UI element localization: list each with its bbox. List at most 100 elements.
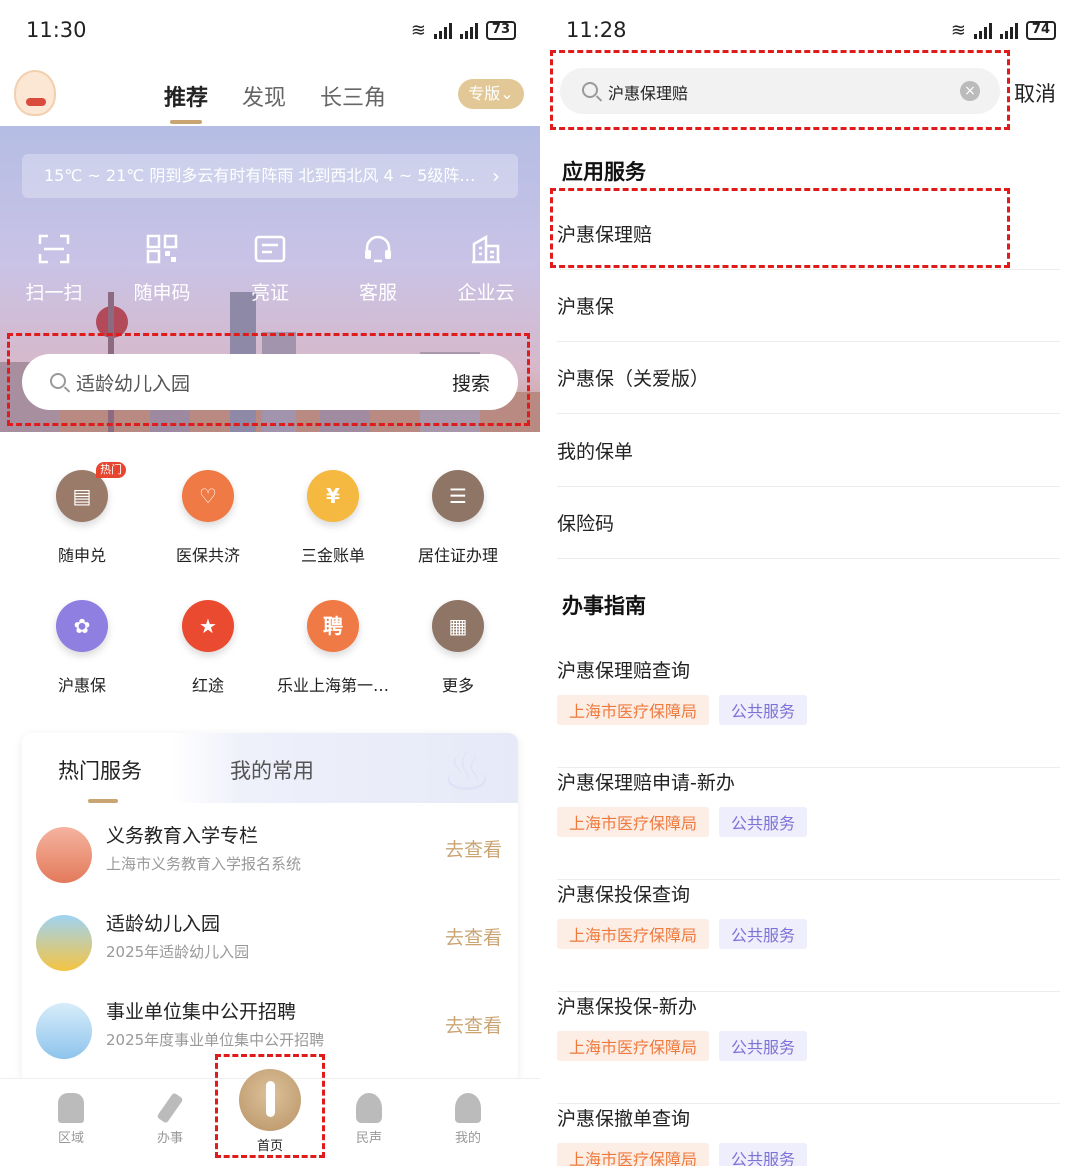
grid-label: 红途: [191, 676, 224, 695]
service-subtitle: 上海市义务教育入学报名系统: [106, 855, 302, 873]
hot-badge: 热门: [96, 462, 126, 478]
quick-label: 企业云: [457, 282, 515, 304]
guide-item[interactable]: 沪惠保理赔申请-新办 上海市医疗保障局 公共服务: [557, 768, 1060, 880]
tab-recommend[interactable]: 推荐: [164, 80, 208, 124]
grid-item-leye-shanghai[interactable]: 聘 乐业上海第一…: [268, 600, 398, 696]
battery-icon: 74: [1025, 21, 1056, 40]
category-tag: 公共服务: [719, 1031, 808, 1061]
quick-scan[interactable]: 扫一扫: [9, 234, 99, 305]
recruit-icon: 聘: [307, 600, 359, 652]
grid-item-three-funds[interactable]: ¥ 三金账单: [268, 470, 398, 566]
guide-item[interactable]: 沪惠保理赔查询 上海市医疗保障局 公共服务: [557, 656, 1060, 768]
status-icons: ≋ 73: [411, 20, 516, 41]
search-results-screen: 11:28 ≋ 74 沪惠保理赔 × 取消 应用服务 沪惠保理赔 沪惠保 沪惠保…: [540, 0, 1080, 1166]
nav-label: 民声: [355, 1131, 382, 1146]
grid-item-suishendui[interactable]: ▤ 热门 随申兑: [17, 462, 147, 566]
quick-label: 客服: [358, 282, 397, 304]
signal-icon: [973, 22, 992, 39]
id-card-icon: [254, 235, 286, 263]
section-title-guides: 办事指南: [562, 594, 646, 618]
guide-item[interactable]: 沪惠保投保-新办 上海市医疗保障局 公共服务: [557, 992, 1060, 1104]
tab-discover[interactable]: 发现: [242, 80, 286, 112]
view-link[interactable]: 去查看: [445, 923, 502, 950]
list-item[interactable]: 适龄幼儿入园 2025年适龄幼儿入园 去查看: [22, 909, 518, 997]
tab-hot-services[interactable]: 热门服务: [58, 755, 142, 803]
guide-title: 沪惠保理赔申请-新办: [557, 772, 735, 794]
grid-label: 沪惠保: [57, 676, 106, 695]
guide-title: 沪惠保撤单查询: [557, 1108, 691, 1130]
qrcode-icon: [146, 234, 178, 264]
app-result-item[interactable]: 沪惠保（关爱版）: [557, 342, 1060, 414]
grid-label: 随申兑: [57, 546, 106, 565]
flame-icon: ♨: [441, 739, 492, 804]
wallet-icon: ▤ 热门: [56, 462, 126, 522]
nav-mine[interactable]: 我的: [433, 1093, 503, 1146]
nav-label: 区域: [57, 1131, 84, 1146]
guide-item[interactable]: 沪惠保撤单查询 上海市医疗保障局 公共服务: [557, 1104, 1060, 1166]
headset-icon: [365, 235, 391, 263]
nav-affairs[interactable]: 办事: [135, 1092, 205, 1146]
quick-show-id[interactable]: 亮证: [225, 234, 315, 305]
nav-region[interactable]: 区域: [36, 1093, 106, 1146]
service-subtitle: 2025年度事业单位集中公开招聘: [106, 1031, 325, 1049]
toy-blocks-icon: [36, 915, 92, 971]
service-title: 义务教育入学专栏: [106, 825, 259, 847]
grid-label: 更多: [441, 676, 474, 695]
nav-voice[interactable]: 民声: [334, 1093, 404, 1146]
category-tag: 公共服务: [719, 695, 808, 725]
service-title: 适龄幼儿入园: [106, 913, 221, 935]
grid-item-medical-share[interactable]: ♡ 医保共济: [143, 470, 273, 566]
cancel-button[interactable]: 取消: [1014, 78, 1056, 108]
quick-service[interactable]: 客服: [333, 234, 423, 305]
star-icon: ★: [182, 600, 234, 652]
highlight-home-tab: [215, 1054, 325, 1158]
pen-icon: [156, 1092, 184, 1124]
grid-label: 居住证办理: [417, 546, 498, 565]
list-item[interactable]: 义务教育入学专栏 上海市义务教育入学报名系统 去查看: [22, 821, 518, 909]
category-tag: 公共服务: [719, 1143, 808, 1166]
house-yen-icon: ¥: [307, 470, 359, 522]
category-tag: 公共服务: [719, 919, 808, 949]
app-result-item[interactable]: 我的保单: [557, 415, 1060, 487]
battery-icon: 73: [485, 21, 516, 40]
highlight-search-box: [7, 333, 530, 426]
app-result-item[interactable]: 保险码: [557, 487, 1060, 559]
home-screen: 11:30 ≋ 73 推荐 发现 长三角 专版⌄ 15℃ ~ 21℃ 阴到多云有…: [0, 0, 540, 1166]
tab-my-frequent[interactable]: 我的常用: [230, 755, 314, 785]
grid-item-hongtu[interactable]: ★ 红途: [143, 600, 273, 696]
service-subtitle: 2025年适龄幼儿入园: [106, 943, 250, 961]
lotus-icon: ✿: [56, 600, 108, 652]
person-icon: [455, 1093, 481, 1123]
guide-item[interactable]: 沪惠保投保查询 上海市医疗保障局 公共服务: [557, 880, 1060, 992]
org-tag: 上海市医疗保障局: [557, 695, 710, 725]
view-link[interactable]: 去查看: [445, 835, 502, 862]
guide-title: 沪惠保理赔查询: [557, 660, 691, 682]
grid-item-huhuibao[interactable]: ✿ 沪惠保: [17, 600, 147, 696]
status-time: 11:30: [26, 18, 87, 42]
status-time: 11:28: [566, 18, 627, 42]
arch-icon: [58, 1093, 84, 1123]
signal-icon: [999, 22, 1018, 39]
edition-dropdown[interactable]: 专版⌄: [458, 79, 524, 109]
apps-grid-icon: ▦: [432, 600, 484, 652]
highlight-app-result: [550, 188, 1010, 268]
weather-bar[interactable]: 15℃ ~ 21℃ 阴到多云有时有阵雨 北到西北风 4 ~ 5级阵… ›: [22, 154, 518, 198]
section-title-apps: 应用服务: [562, 160, 646, 184]
school-icon: [36, 827, 92, 883]
guide-title: 沪惠保投保查询: [557, 884, 691, 906]
grid-item-residence-permit[interactable]: ☰ 居住证办理: [393, 470, 523, 566]
quick-actions: 扫一扫 随申码 亮证 客服 企业云: [0, 234, 540, 314]
guide-title: 沪惠保投保-新办: [557, 996, 697, 1018]
view-link[interactable]: 去查看: [445, 1011, 502, 1038]
nav-label: 我的: [454, 1131, 481, 1146]
grid-item-more[interactable]: ▦ 更多: [393, 600, 523, 696]
magnolia-icon: [356, 1093, 382, 1123]
quick-qrcode[interactable]: 随申码: [117, 234, 207, 305]
mascot-avatar-icon[interactable]: [14, 70, 56, 116]
status-icons: ≋ 74: [951, 20, 1056, 41]
quick-enterprise-cloud[interactable]: 企业云: [441, 234, 531, 305]
org-tag: 上海市医疗保障局: [557, 919, 710, 949]
top-nav: 推荐 发现 长三角 专版⌄: [0, 62, 540, 126]
tab-yangtze-delta[interactable]: 长三角: [320, 80, 386, 112]
app-result-item[interactable]: 沪惠保: [557, 270, 1060, 342]
